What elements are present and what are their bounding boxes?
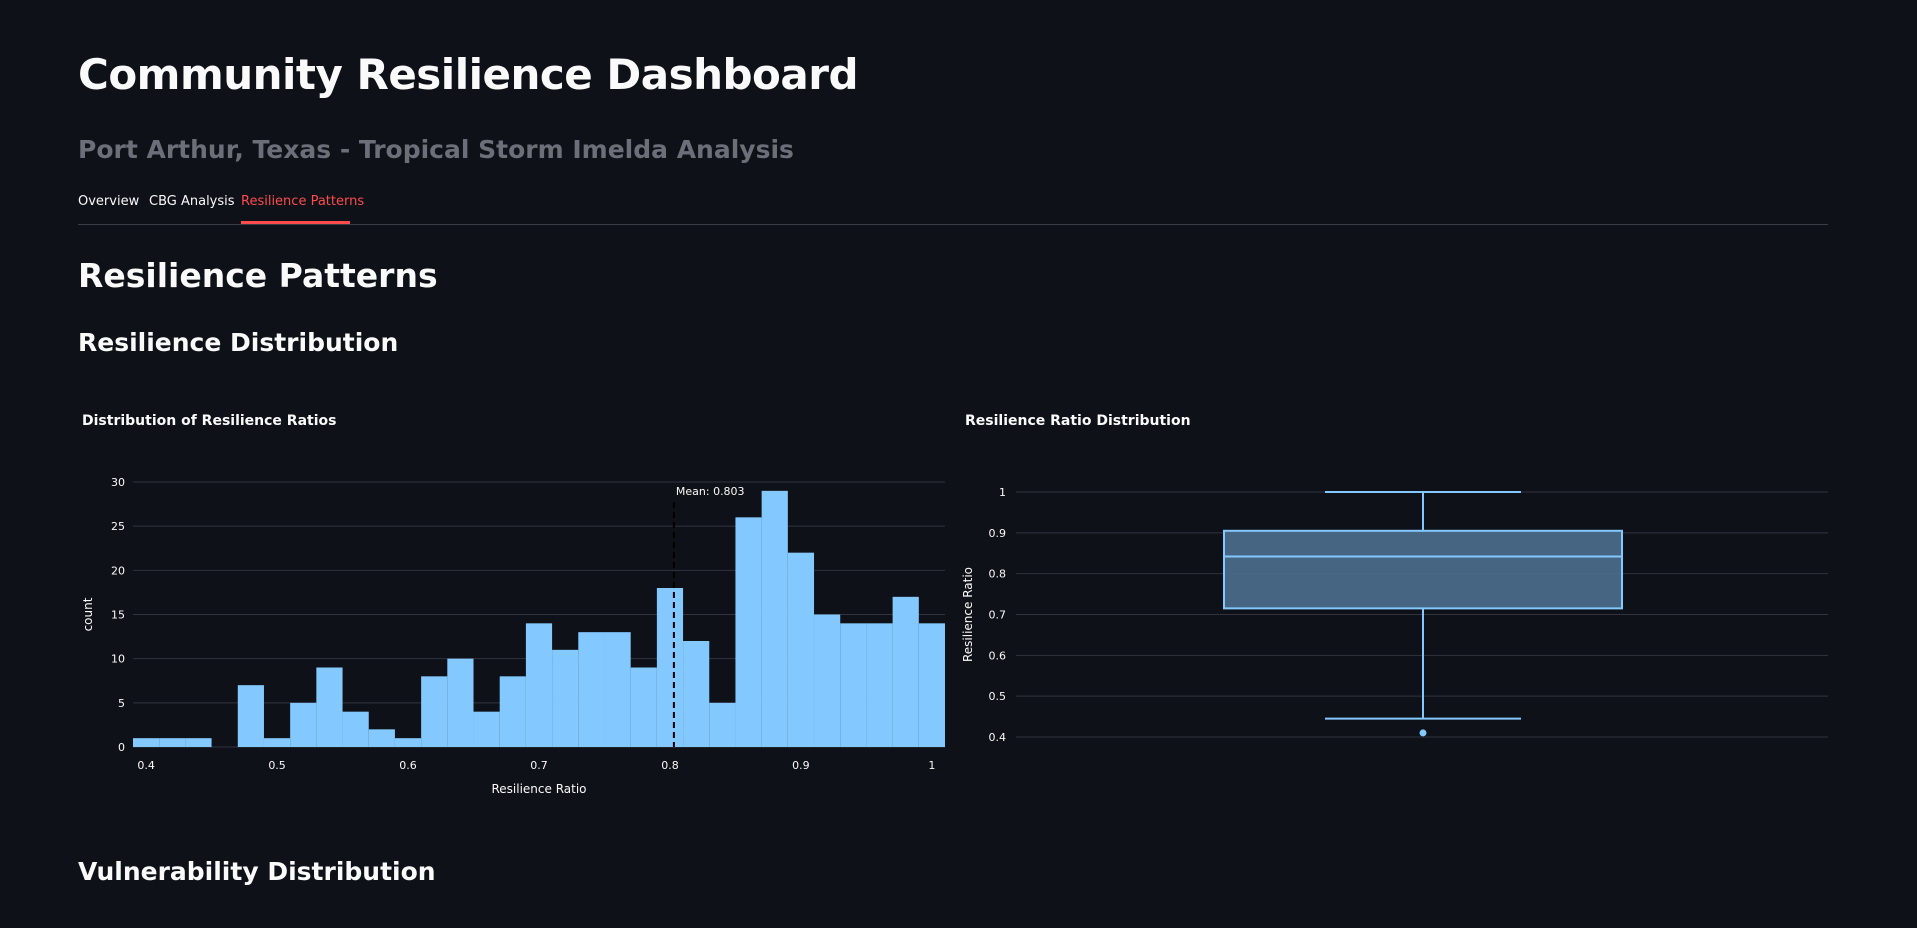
y-tick-label: 0.6 [989, 649, 1007, 662]
histogram-bar [918, 623, 945, 747]
histogram-bar [814, 614, 841, 747]
histogram-bar [368, 729, 395, 747]
subsection-resilience-distribution: Resilience Distribution [78, 328, 399, 357]
page-title: Community Resilience Dashboard [78, 50, 859, 99]
histogram-bar [735, 517, 762, 747]
dashboard-page: Community Resilience Dashboard Port Arth… [0, 0, 1917, 928]
histogram-bar [499, 676, 526, 747]
x-tick-label: 1 [928, 759, 935, 772]
x-axis-label: Resilience Ratio [491, 782, 586, 796]
histogram-bar [630, 667, 657, 747]
y-axis-label: count [81, 597, 95, 631]
y-tick-label: 0 [118, 741, 125, 754]
histogram-bar [447, 658, 474, 747]
y-tick-label: 0.7 [989, 609, 1007, 622]
boxplot-title: Resilience Ratio Distribution [965, 413, 1191, 429]
histogram-bar [473, 711, 500, 747]
histogram-bar [656, 588, 684, 747]
histogram-bar [237, 685, 264, 747]
y-tick-label: 1 [999, 486, 1006, 499]
tab-cbg-analysis[interactable]: CBG Analysis [149, 194, 235, 209]
histogram-bar [394, 738, 422, 747]
y-tick-label: 0.4 [989, 731, 1007, 744]
tab-overview[interactable]: Overview [78, 194, 139, 209]
x-tick-label: 0.5 [268, 759, 286, 772]
histogram-bar [866, 623, 893, 747]
y-tick-label: 0.8 [989, 568, 1007, 581]
x-tick-label: 0.8 [661, 759, 679, 772]
active-tab-indicator [241, 221, 350, 224]
histogram-bar [761, 490, 788, 747]
histogram-bar [159, 738, 186, 747]
histogram-bar [290, 702, 317, 747]
histogram-bar [604, 632, 631, 747]
histogram-bar [263, 738, 291, 747]
y-tick-label: 5 [118, 697, 125, 710]
histogram-bar [578, 632, 605, 747]
iqr-box [1223, 529, 1623, 610]
x-tick-label: 0.4 [137, 759, 155, 772]
histogram-bar [185, 738, 212, 747]
outlier-point [1419, 729, 1427, 737]
x-tick-label: 0.6 [399, 759, 417, 772]
x-tick-label: 0.9 [792, 759, 810, 772]
boxplot-chart: 0.4 0.5 0.6 0.7 0.8 0.9 1 Resilience Ratio [961, 486, 1828, 744]
x-tick-label: 0.7 [530, 759, 548, 772]
subsection-vulnerability-distribution: Vulnerability Distribution [78, 857, 436, 886]
histogram-bar [133, 738, 160, 747]
histogram-bar [840, 623, 867, 747]
histogram-bar [709, 702, 736, 747]
y-tick-label: 15 [111, 609, 125, 622]
y-axis-label: Resilience Ratio [961, 567, 975, 662]
y-tick-label: 20 [111, 564, 125, 577]
y-tick-label: 25 [111, 520, 125, 533]
histogram-bar [552, 649, 579, 747]
histogram-bar [683, 641, 710, 747]
y-tick-label: 30 [111, 476, 125, 489]
histogram-bar [892, 596, 919, 747]
histogram-bar [316, 667, 343, 747]
y-tick-label: 0.5 [989, 690, 1007, 703]
histogram-bar [787, 552, 815, 747]
y-tick-label: 10 [111, 653, 125, 666]
page-subtitle: Port Arthur, Texas - Tropical Storm Imel… [78, 135, 794, 164]
histogram-title: Distribution of Resilience Ratios [82, 413, 337, 429]
histogram-bar [342, 711, 369, 747]
histogram-bar [421, 676, 448, 747]
tab-bar: Overview CBG Analysis Resilience Pattern… [78, 192, 1828, 225]
y-tick-label: 0.9 [989, 527, 1007, 540]
histogram-bar [525, 623, 553, 747]
tab-resilience-patterns[interactable]: Resilience Patterns [241, 194, 364, 209]
mean-annotation: Mean: 0.803 [676, 485, 745, 498]
section-title: Resilience Patterns [78, 256, 438, 295]
histogram-chart: 0 5 10 15 20 25 30 0.4 0.5 0.6 0.7 0.8 0.9 1 Mean: 0.8… [81, 476, 945, 796]
